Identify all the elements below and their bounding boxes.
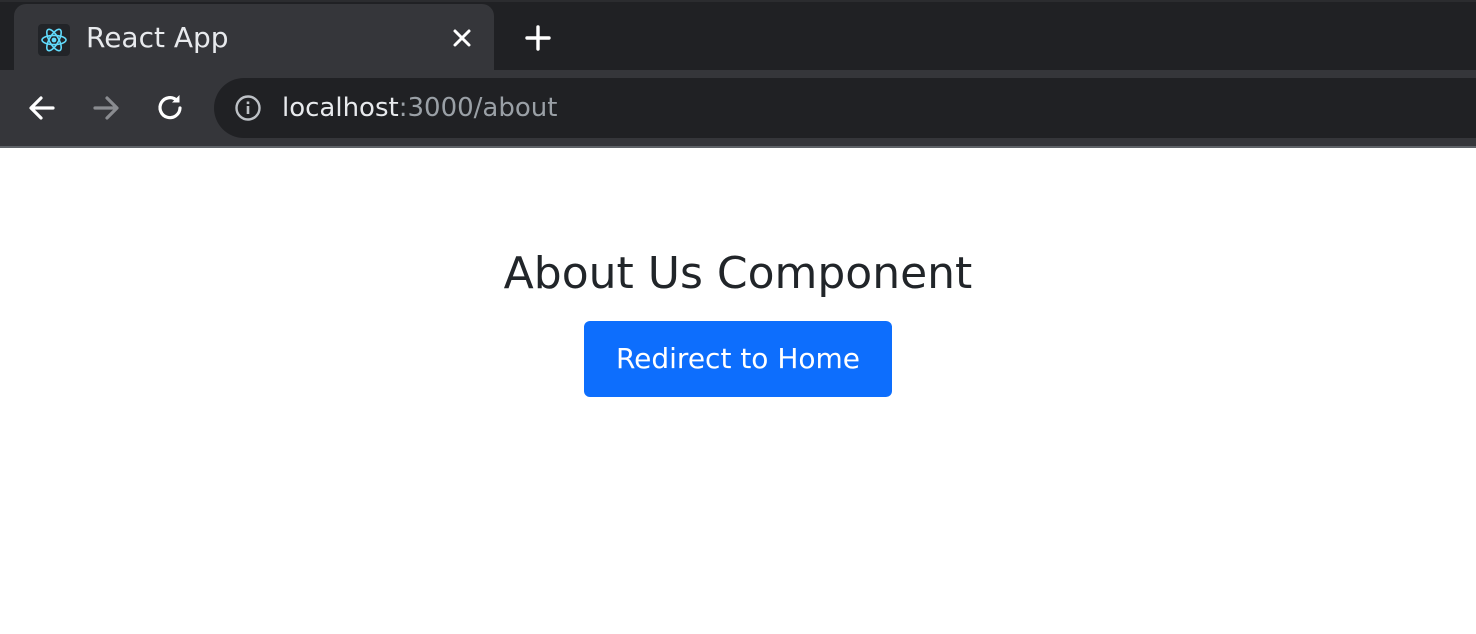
url-path: :3000/about bbox=[398, 93, 558, 123]
react-logo-icon bbox=[38, 24, 70, 56]
redirect-home-button[interactable]: Redirect to Home bbox=[584, 321, 892, 397]
forward-button[interactable] bbox=[88, 90, 124, 126]
info-icon[interactable] bbox=[234, 94, 262, 122]
browser-toolbar: localhost:3000/about bbox=[0, 70, 1476, 146]
browser-tabstrip: React App bbox=[0, 0, 1476, 72]
tab-title: React App bbox=[86, 21, 229, 54]
address-bar[interactable]: localhost:3000/about bbox=[214, 78, 1476, 138]
reload-button[interactable] bbox=[152, 90, 188, 126]
plus-icon bbox=[525, 25, 551, 51]
url-text: localhost:3000/about bbox=[282, 90, 557, 126]
page-content: About Us Component Redirect to Home bbox=[0, 148, 1476, 634]
new-tab-button[interactable] bbox=[520, 20, 556, 56]
close-icon[interactable] bbox=[446, 22, 478, 54]
page-title: About Us Component bbox=[503, 248, 973, 299]
arrow-left-icon bbox=[29, 96, 55, 120]
arrow-right-icon bbox=[93, 96, 119, 120]
browser-tab-active[interactable]: React App bbox=[14, 4, 494, 72]
reload-icon bbox=[158, 95, 182, 120]
url-host: localhost bbox=[282, 93, 399, 123]
back-button[interactable] bbox=[24, 90, 60, 126]
